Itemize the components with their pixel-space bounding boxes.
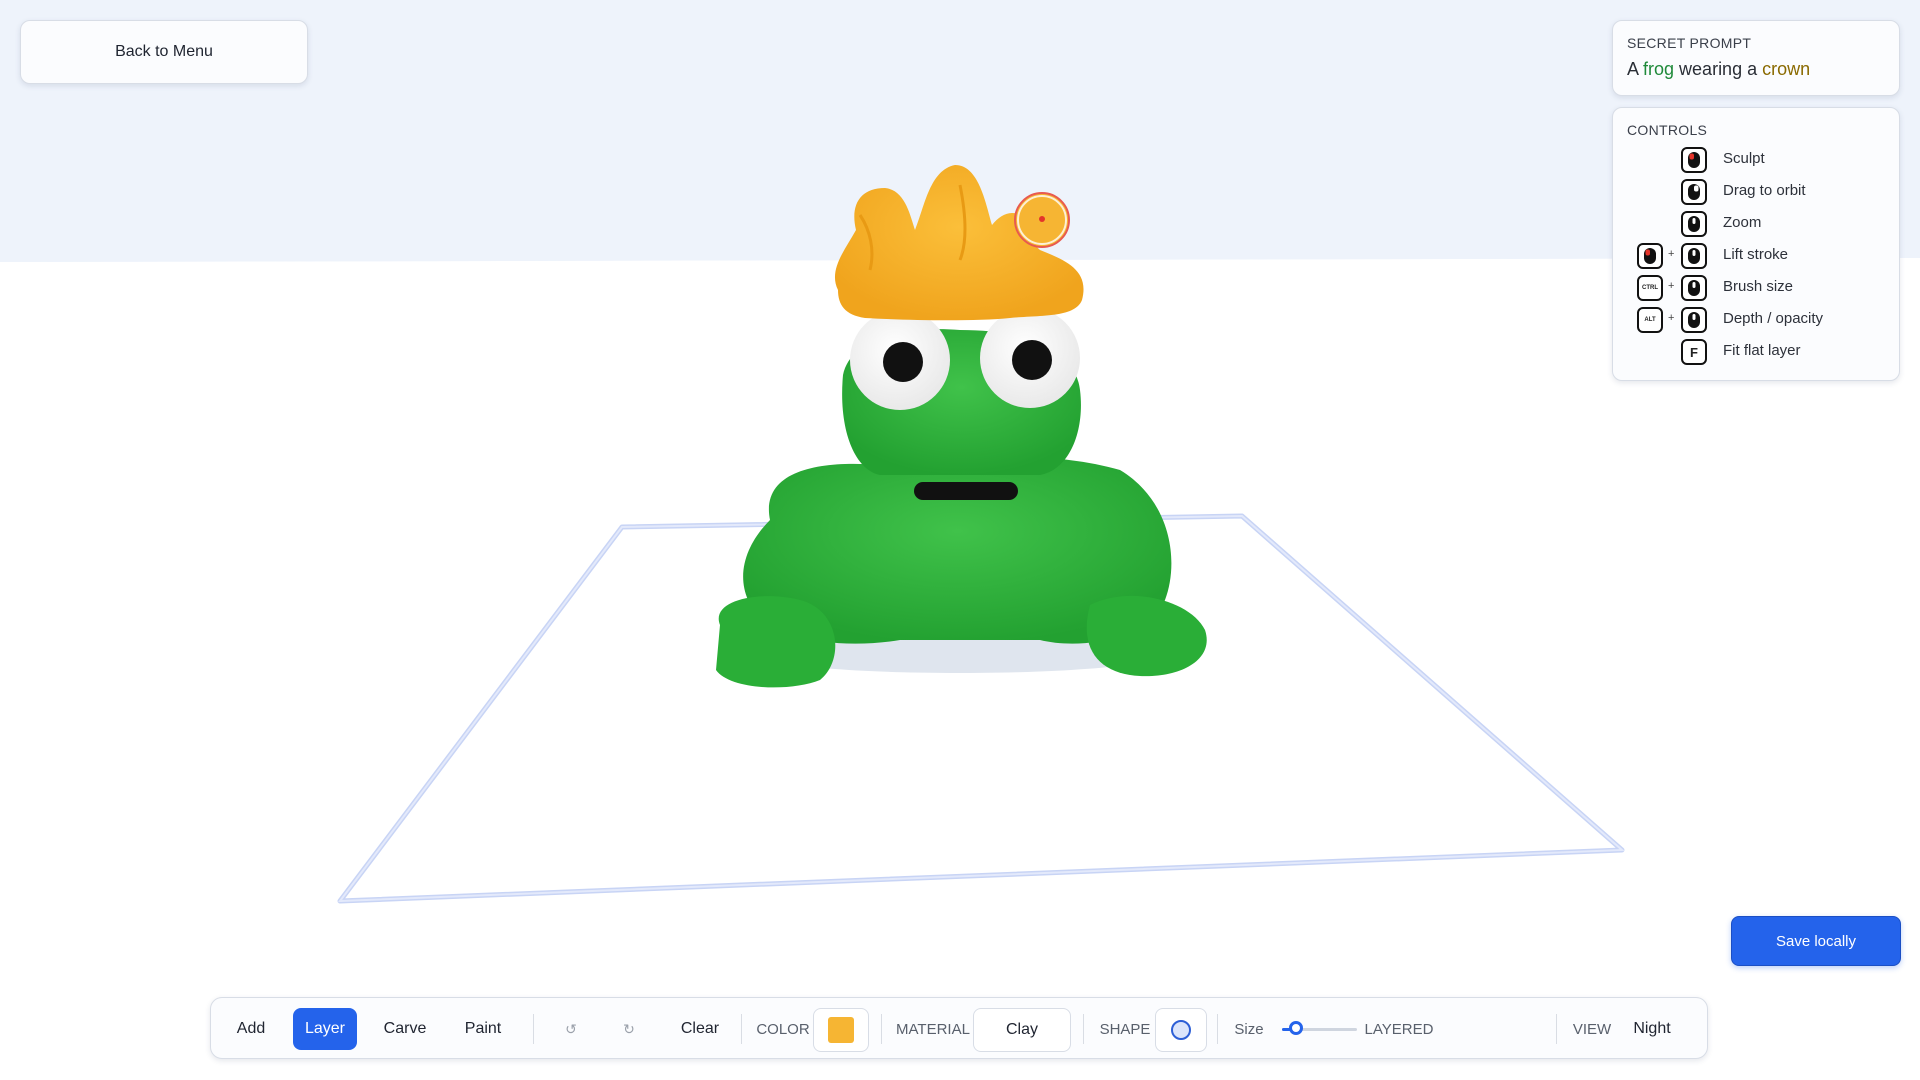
prompt-keyword-crown: crown (1762, 59, 1811, 79)
tool-layer-label: Layer (304, 1020, 346, 1037)
mouse-left-icon (1637, 243, 1663, 269)
material-label: MATERIAL (896, 1020, 970, 1038)
control-lift-stroke: + Lift stroke (1613, 240, 1899, 270)
tool-add-label: Add (236, 1020, 266, 1037)
mouse-wheel-icon (1681, 307, 1707, 333)
undo-icon[interactable]: ↺ (549, 1008, 593, 1050)
tool-paint-label: Paint (464, 1020, 502, 1037)
control-label: Brush size (1723, 278, 1794, 295)
secret-prompt-text: A frog wearing a crown (1627, 59, 1810, 80)
bottom-toolbar: Add Layer Carve Paint ↺ ↻ Clear COLOR MA… (210, 997, 1708, 1059)
toolbar-divider (1556, 1014, 1557, 1044)
control-brush-size: CTRL + Brush size (1613, 272, 1899, 302)
back-to-menu-label: Back to Menu (115, 43, 213, 60)
plus-sign: + (1668, 312, 1675, 324)
alt-key-icon: ALT (1637, 307, 1663, 333)
view-label: VIEW (1572, 1020, 1612, 1038)
view-mode-value: Night (1633, 1020, 1671, 1037)
brush-cursor (1014, 192, 1070, 248)
color-picker-button[interactable] (813, 1008, 869, 1052)
secret-prompt-panel: SECRET PROMPT A frog wearing a crown (1612, 20, 1900, 96)
control-fit-flat-layer: F Fit flat layer (1613, 336, 1899, 366)
color-label: COLOR (756, 1020, 810, 1038)
plus-sign: + (1668, 280, 1675, 292)
mouse-left-icon (1681, 147, 1707, 173)
tool-carve-button[interactable]: Carve (371, 1008, 439, 1050)
control-label: Zoom (1723, 214, 1762, 231)
f-key-text: F (1690, 344, 1698, 360)
control-zoom: Zoom (1613, 208, 1899, 238)
toolbar-divider (1083, 1014, 1084, 1044)
back-to-menu-button[interactable]: Back to Menu (20, 20, 308, 84)
clear-label: Clear (680, 1020, 720, 1037)
control-depth-opacity: ALT + Depth / opacity (1613, 304, 1899, 334)
control-sculpt: Sculpt (1613, 144, 1899, 174)
shape-label: SHAPE (1099, 1020, 1151, 1038)
toolbar-divider (881, 1014, 882, 1044)
mouse-wheel-icon (1681, 211, 1707, 237)
size-label: Size (1234, 1020, 1264, 1038)
toolbar-divider (1217, 1014, 1218, 1044)
secret-prompt-title: SECRET PROMPT (1627, 35, 1752, 51)
clear-button[interactable]: Clear (667, 1008, 733, 1050)
toolbar-divider (741, 1014, 742, 1044)
prompt-part: wearing a (1674, 59, 1763, 79)
control-label: Sculpt (1723, 150, 1765, 167)
controls-panel: CONTROLS Sculpt Drag to orbit Zoom + Lif… (1612, 107, 1900, 381)
tool-carve-label: Carve (383, 1020, 427, 1037)
prompt-keyword-frog: frog (1643, 59, 1675, 79)
control-label: Depth / opacity (1723, 310, 1824, 327)
control-label: Fit flat layer (1723, 342, 1801, 359)
ctrl-key-text: CTRL (1642, 285, 1658, 291)
mouse-wheel-icon (1681, 275, 1707, 301)
toolbar-divider (533, 1014, 534, 1044)
sphere-shape-icon (1171, 1020, 1191, 1040)
save-locally-label: Save locally (1775, 932, 1857, 950)
tool-paint-button[interactable]: Paint (451, 1008, 515, 1050)
redo-icon[interactable]: ↻ (607, 1008, 651, 1050)
control-orbit: Drag to orbit (1613, 176, 1899, 206)
size-slider-knob[interactable] (1288, 1021, 1303, 1035)
save-locally-button[interactable]: Save locally (1731, 916, 1901, 966)
plus-sign: + (1668, 248, 1675, 260)
tool-add-button[interactable]: Add (223, 1008, 279, 1050)
tool-layer-button[interactable]: Layer (293, 1008, 357, 1050)
shape-select[interactable] (1155, 1008, 1207, 1052)
view-mode-button[interactable]: Night (1619, 1008, 1685, 1050)
prompt-part: A (1627, 59, 1644, 79)
control-label: Drag to orbit (1723, 182, 1806, 199)
color-swatch (828, 1017, 854, 1043)
controls-title: CONTROLS (1627, 122, 1708, 138)
control-label: Lift stroke (1723, 246, 1789, 263)
alt-key-text: ALT (1644, 317, 1656, 323)
mouse-right-icon (1681, 179, 1707, 205)
layered-toggle[interactable]: LAYERED (1359, 1008, 1439, 1050)
mouse-wheel-icon (1681, 243, 1707, 269)
ctrl-key-icon: CTRL (1637, 275, 1663, 301)
material-value: Clay (1005, 1021, 1038, 1038)
material-select[interactable]: Clay (973, 1008, 1071, 1052)
f-key-icon: F (1681, 339, 1707, 365)
